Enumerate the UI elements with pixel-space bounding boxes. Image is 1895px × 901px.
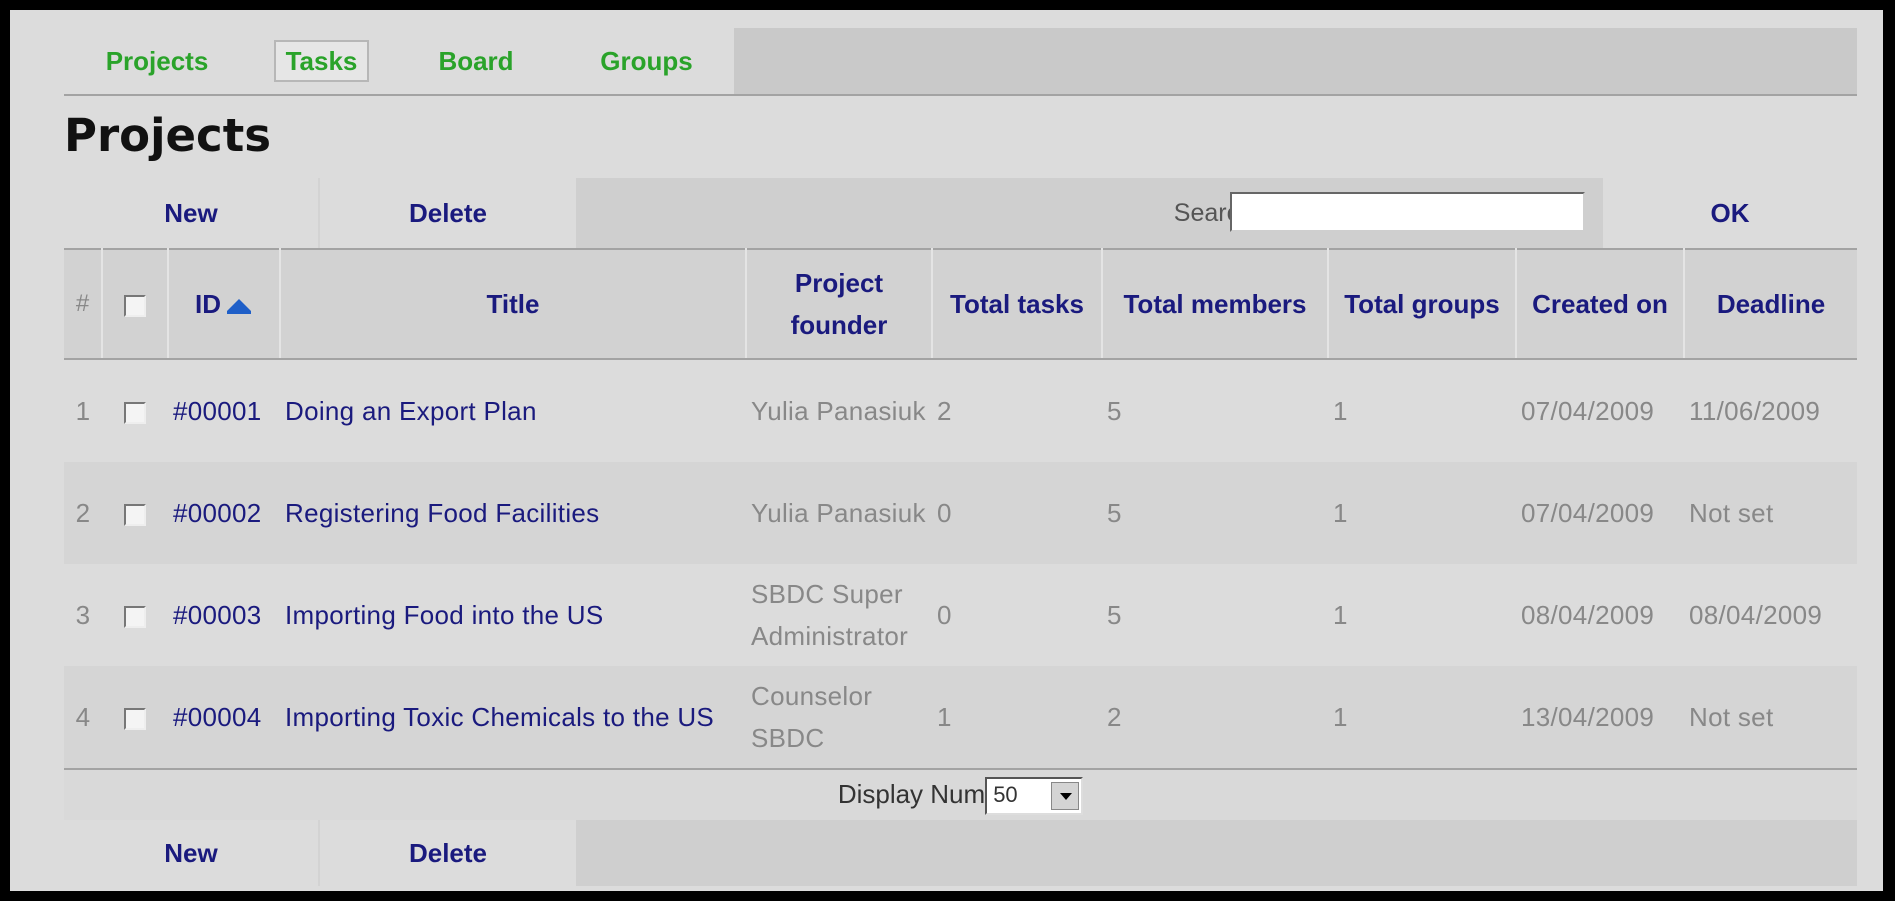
sort-ascending-icon [227,299,251,315]
chevron-down-icon[interactable] [1051,782,1080,811]
tab-groups-label: Groups [600,46,693,76]
table-row: 1 #00001 Doing an Export Plan Yulia Pana… [64,359,1857,462]
delete-button-bottom[interactable]: Delete [320,820,576,886]
tab-projects[interactable]: Projects [64,28,250,94]
app-frame: Projects Tasks Board Groups Projects New… [10,10,1883,891]
delete-button[interactable]: Delete [320,178,576,248]
created-on: 08/04/2009 [1516,564,1684,666]
project-founder: SBDC Super Administrator [746,564,932,666]
total-members: 2 [1102,666,1328,768]
col-header-created-on[interactable]: Created on [1516,248,1685,360]
col-header-founder[interactable]: Project founder [746,248,933,360]
project-founder: Yulia Panasiuk [746,359,932,462]
tab-area: Projects Tasks Board Groups [64,28,734,94]
total-groups: 1 [1328,462,1516,564]
col-header-id[interactable]: ID [168,248,281,360]
total-groups: 1 [1328,359,1516,462]
pager-bar: Display Num 50 [64,768,1857,820]
row-checkbox[interactable] [124,402,146,425]
deadline: Not set [1684,462,1857,564]
bottom-toolbar-spacer [576,820,1857,886]
row-index: 4 [64,666,102,768]
table-row: 3 #00003 Importing Food into the US SBDC… [64,564,1857,666]
total-members: 5 [1102,564,1328,666]
table-row: 4 #00004 Importing Toxic Chemicals to th… [64,666,1857,768]
tab-groups[interactable]: Groups [559,28,734,94]
project-title-link[interactable]: Importing Toxic Chemicals to the US [280,666,746,768]
created-on: 07/04/2009 [1516,359,1684,462]
search-input[interactable] [1230,192,1585,232]
total-members: 5 [1102,462,1328,564]
col-header-total-tasks[interactable]: Total tasks [932,248,1103,360]
col-header-deadline[interactable]: Deadline [1684,248,1857,360]
page-title: Projects [64,109,272,162]
projects-table: # ID Title Project founder Total tasks T… [64,248,1857,768]
top-navigation: Projects Tasks Board Groups [64,28,1857,96]
col-header-id-label: ID [195,289,221,319]
row-index: 1 [64,359,102,462]
project-title-link[interactable]: Registering Food Facilities [280,462,746,564]
project-id-link[interactable]: #00002 [168,462,280,564]
deadline: 08/04/2009 [1684,564,1857,666]
tab-tasks[interactable]: Tasks [250,28,393,94]
total-members: 5 [1102,359,1328,462]
total-tasks: 0 [932,564,1102,666]
row-select-cell [102,462,168,564]
display-num-label: Display Num [837,779,986,809]
new-button-bottom[interactable]: New [64,820,320,886]
project-id-link[interactable]: #00001 [168,359,280,462]
new-button[interactable]: New [64,178,320,248]
col-header-select [102,248,169,360]
project-id-link[interactable]: #00003 [168,564,280,666]
project-title-link[interactable]: Importing Food into the US [280,564,746,666]
tab-projects-label: Projects [105,46,209,76]
search-area: Search [576,178,1603,248]
bottom-toolbar: New Delete [64,820,1857,886]
total-groups: 1 [1328,666,1516,768]
row-select-cell [102,564,168,666]
table-header-row: # ID Title Project founder Total tasks T… [64,248,1857,360]
display-num-select[interactable]: 50 [985,777,1084,816]
tab-board[interactable]: Board [393,28,559,94]
row-select-cell [102,359,168,462]
total-tasks: 2 [932,359,1102,462]
row-index: 2 [64,462,102,564]
project-title-link[interactable]: Doing an Export Plan [280,359,746,462]
select-all-checkbox[interactable] [124,295,146,318]
top-toolbar: New Delete Search OK [64,178,1857,248]
col-header-total-members[interactable]: Total members [1102,248,1329,360]
project-founder: Counselor SBDC [746,666,932,768]
row-index: 3 [64,564,102,666]
total-tasks: 1 [932,666,1102,768]
content: Projects Tasks Board Groups Projects New… [64,28,1857,886]
deadline: Not set [1684,666,1857,768]
total-groups: 1 [1328,564,1516,666]
project-founder: Yulia Panasiuk [746,462,932,564]
row-checkbox[interactable] [124,504,146,527]
tab-tasks-label: Tasks [273,40,370,82]
display-num-value: 50 [993,782,1018,808]
row-checkbox[interactable] [124,708,146,731]
col-header-title[interactable]: Title [280,248,747,360]
tab-board-label: Board [438,46,514,76]
created-on: 07/04/2009 [1516,462,1684,564]
ok-button[interactable]: OK [1603,178,1857,248]
col-header-index: # [64,248,103,360]
deadline: 11/06/2009 [1684,359,1857,462]
row-checkbox[interactable] [124,606,146,629]
created-on: 13/04/2009 [1516,666,1684,768]
col-header-total-groups[interactable]: Total groups [1328,248,1517,360]
project-id-link[interactable]: #00004 [168,666,280,768]
row-select-cell [102,666,168,768]
total-tasks: 0 [932,462,1102,564]
table-row: 2 #00002 Registering Food Facilities Yul… [64,462,1857,564]
